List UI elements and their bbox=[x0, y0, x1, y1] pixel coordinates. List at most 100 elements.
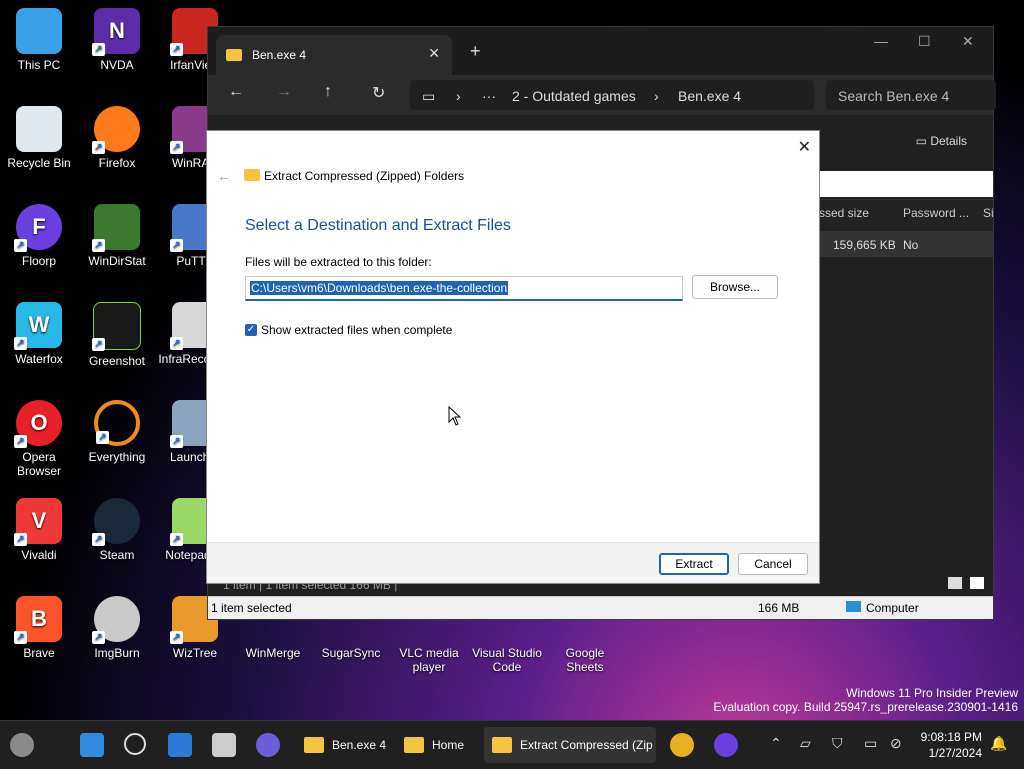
desktop-icon-vlc[interactable]: VLC media player bbox=[390, 612, 468, 674]
close-icon[interactable]: ✕ bbox=[798, 137, 811, 157]
taskbar-app-label: Extract Compressed (Zip bbox=[520, 738, 653, 752]
desktop-icon-brave[interactable]: B ↗ Brave bbox=[0, 596, 78, 660]
new-tab-icon[interactable]: + bbox=[470, 41, 481, 62]
teams-chat-icon[interactable] bbox=[256, 733, 280, 757]
filter-bar bbox=[819, 171, 993, 197]
steam-icon: ↗ bbox=[92, 498, 140, 546]
tiles-view-icon[interactable] bbox=[970, 577, 984, 589]
chevron-up-icon[interactable]: ⌃ bbox=[770, 735, 782, 752]
vivaldi-icon: V ↗ bbox=[14, 498, 62, 546]
desktop-icon-this-pc[interactable]: This PC bbox=[0, 8, 78, 72]
zip-folder-icon bbox=[244, 169, 260, 181]
chrome-icon[interactable] bbox=[670, 733, 694, 757]
extract-button[interactable]: Extract bbox=[659, 553, 729, 575]
clock[interactable]: 9:08:18 PM 1/27/2024 bbox=[921, 729, 982, 761]
taskbar-app-home[interactable]: Home bbox=[396, 727, 478, 763]
destination-path-input[interactable]: C:\Users\vm6\Downloads\ben.exe-the-colle… bbox=[245, 276, 683, 301]
details-button[interactable]: ▭ Details bbox=[916, 134, 967, 148]
desktop-icon-windirstat[interactable]: ↗ WinDirStat bbox=[78, 204, 156, 268]
taskbar-app-label: Ben.exe 4 bbox=[332, 738, 387, 752]
column-size[interactable]: Si bbox=[983, 206, 994, 220]
desktop-icon-nvda[interactable]: N ↗ NVDA bbox=[78, 8, 156, 72]
computer-icon: ▭ bbox=[422, 88, 436, 104]
desktop-icon-label: Waterfox bbox=[15, 352, 63, 366]
floorp-icon: F ↗ bbox=[14, 204, 62, 252]
dialog-footer: Extract Cancel bbox=[207, 542, 819, 583]
copilot-icon[interactable] bbox=[168, 733, 192, 757]
desktop-icon-google-sheets[interactable]: Google Sheets bbox=[546, 612, 624, 674]
destination-path-value: C:\Users\vm6\Downloads\ben.exe-the-colle… bbox=[250, 281, 509, 295]
search-icon[interactable] bbox=[124, 733, 146, 755]
display-icon[interactable]: ▭ bbox=[864, 735, 877, 752]
windows-watermark: Windows 11 Pro Insider Preview Evaluatio… bbox=[713, 686, 1018, 714]
notification-bell-icon[interactable]: 🔔 bbox=[990, 735, 1007, 752]
column-compressed-size[interactable]: ssed size bbox=[819, 206, 869, 220]
dialog-heading: Select a Destination and Extract Files bbox=[245, 217, 511, 234]
tab-ben-exe-4[interactable]: Ben.exe 4 ✕ bbox=[216, 35, 452, 75]
up-icon[interactable]: ↑ bbox=[324, 83, 332, 101]
desktop-icon-steam[interactable]: ↗ Steam bbox=[78, 498, 156, 562]
maximize-icon[interactable]: ☐ bbox=[918, 33, 931, 50]
watermark-line2: Evaluation copy. Build 25947.rs_prerelea… bbox=[713, 700, 1018, 714]
show-files-label[interactable]: Show extracted files when complete bbox=[261, 323, 452, 337]
desktop-icon-recycle-bin[interactable]: Recycle Bin bbox=[0, 106, 78, 170]
desktop-icon-everything[interactable]: ↗ Everything bbox=[78, 400, 156, 464]
folder-icon bbox=[404, 737, 424, 753]
desktop-icon-vscode[interactable]: Visual Studio Code bbox=[468, 612, 546, 674]
minimize-icon[interactable]: — bbox=[874, 33, 888, 49]
taskbar: Ben.exe 4 Home Extract Compressed (Zip ⌃… bbox=[0, 720, 1024, 769]
address-bar[interactable]: ▭ › ··· 2 - Outdated games › Ben.exe 4 bbox=[410, 80, 814, 110]
browse-button[interactable]: Browse... bbox=[692, 275, 778, 299]
details-label: Details bbox=[930, 134, 967, 148]
desktop-icon-label: Greenshot bbox=[88, 354, 146, 368]
recycle-bin-icon bbox=[16, 106, 62, 152]
breadcrumb-item[interactable]: 2 - Outdated games bbox=[512, 88, 636, 104]
folder-icon bbox=[304, 737, 324, 753]
task-view-icon[interactable] bbox=[212, 733, 236, 757]
desktop-icon-firefox[interactable]: ↗ Firefox bbox=[78, 106, 156, 170]
back-arrow-icon[interactable]: ← bbox=[217, 168, 231, 184]
desktop-icon-label: Opera Browser bbox=[16, 450, 61, 478]
watermark-line1: Windows 11 Pro Insider Preview bbox=[846, 686, 1018, 700]
taskbar-app-ben-exe-4[interactable]: Ben.exe 4 bbox=[296, 727, 392, 763]
details-view-icon[interactable] bbox=[948, 577, 962, 589]
windirstat-icon: ↗ bbox=[92, 204, 140, 252]
start-icon[interactable] bbox=[80, 733, 104, 757]
firefox-icon: ↗ bbox=[92, 106, 140, 154]
breadcrumb-item[interactable]: Ben.exe 4 bbox=[678, 88, 741, 104]
back-icon[interactable]: ← bbox=[228, 83, 244, 101]
monitor-icon bbox=[16, 8, 62, 54]
table-row[interactable]: 159,665 KB No bbox=[819, 231, 993, 257]
desktop-icon-greenshot[interactable]: ↗ Greenshot bbox=[78, 302, 156, 368]
floorp-icon[interactable] bbox=[714, 733, 738, 757]
more-icon[interactable]: ··· bbox=[482, 88, 496, 104]
status-selected: 1 item selected bbox=[211, 601, 292, 615]
network-icon[interactable]: ▱ bbox=[800, 735, 811, 752]
desktop-icon-imgburn[interactable]: ↗ ImgBurn bbox=[78, 596, 156, 660]
desktop-icon-waterfox[interactable]: W ↗ Waterfox bbox=[0, 302, 78, 366]
close-window-icon[interactable]: ✕ bbox=[962, 33, 974, 50]
imgburn-icon: ↗ bbox=[92, 596, 140, 644]
desktop-icon-label: ImgBurn bbox=[94, 646, 140, 660]
weather-icon[interactable] bbox=[10, 733, 34, 757]
desktop-icon-label: Vivaldi bbox=[21, 548, 57, 562]
close-tab-icon[interactable]: ✕ bbox=[428, 45, 440, 62]
folder-icon bbox=[226, 49, 242, 61]
desktop-icon-floorp[interactable]: F ↗ Floorp bbox=[0, 204, 78, 268]
taskbar-app-extract[interactable]: Extract Compressed (Zip bbox=[484, 727, 656, 763]
desktop-icon-opera[interactable]: O ↗ Opera Browser bbox=[0, 400, 78, 478]
security-icon[interactable]: ⛉ bbox=[832, 735, 843, 752]
cancel-button[interactable]: Cancel bbox=[738, 553, 808, 575]
column-password[interactable]: Password ... bbox=[903, 206, 969, 220]
status-bar: 1 item selected 166 MB Computer bbox=[208, 596, 993, 619]
desktop-icon-vivaldi[interactable]: V ↗ Vivaldi bbox=[0, 498, 78, 562]
forward-icon[interactable]: → bbox=[276, 83, 292, 101]
show-files-checkbox[interactable]: ✓ bbox=[245, 324, 257, 336]
mouse-cursor-icon bbox=[448, 406, 462, 426]
search-input[interactable]: Search Ben.exe 4 bbox=[826, 80, 996, 110]
desktop-icon-label: Recycle Bin bbox=[7, 156, 71, 170]
desktop-icon-label: WizTree bbox=[172, 646, 218, 660]
refresh-icon[interactable]: ↻ bbox=[372, 83, 385, 103]
desktop-icon-label: Steam bbox=[99, 548, 135, 562]
volume-icon[interactable]: ⊘ bbox=[890, 735, 902, 752]
